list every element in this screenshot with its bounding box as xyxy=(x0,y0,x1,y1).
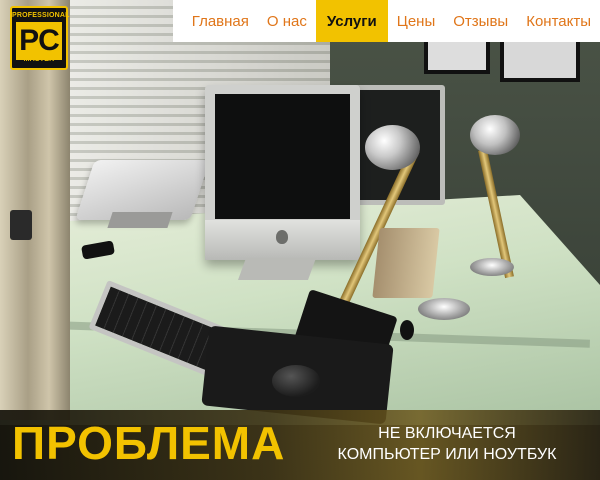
banner-title: ПРОБЛЕМА xyxy=(12,417,286,469)
imac-computer xyxy=(205,85,360,260)
laptop-stand xyxy=(107,212,173,228)
laptop xyxy=(75,160,210,220)
nav-item-prices[interactable]: Цены xyxy=(388,0,445,42)
banner-subtitle-line1: НЕ ВКЛЮЧАЕТСЯ xyxy=(378,425,516,442)
imac-stand xyxy=(237,258,317,280)
main-nav: Главная О нас Услуги Цены Отзывы Контакт… xyxy=(172,0,600,42)
logo-main-text: PC xyxy=(16,22,62,60)
nav-item-reviews[interactable]: Отзывы xyxy=(444,0,517,42)
desk-lamp-base xyxy=(418,298,470,320)
site-logo[interactable]: PROFESSIONAL PC MASTER xyxy=(10,6,70,70)
banner-subtitle: НЕ ВКЛЮЧАЕТСЯ КОМПЬЮТЕР ИЛИ НОУТБУК xyxy=(302,423,592,465)
nav-item-contacts[interactable]: Контакты xyxy=(517,0,600,42)
stylus-holder xyxy=(400,320,414,340)
imac-screen xyxy=(215,94,350,219)
apple-logo-icon xyxy=(276,230,288,244)
banner-subtitle-line2: КОМПЬЮТЕР ИЛИ НОУТБУК xyxy=(337,446,557,463)
nav-item-home[interactable]: Главная xyxy=(183,0,258,42)
desk-lamp-base xyxy=(470,258,514,276)
desk-lamp-shade xyxy=(365,125,420,170)
computer-mouse xyxy=(272,365,320,397)
logo-bottom-text: MASTER xyxy=(23,56,55,63)
desk-lamp-shade xyxy=(470,115,520,155)
nav-item-services[interactable]: Услуги xyxy=(315,0,388,42)
nav-item-about[interactable]: О нас xyxy=(258,0,316,42)
wall-picture xyxy=(424,38,490,74)
candle-holder xyxy=(10,210,32,240)
wall-picture xyxy=(500,38,580,82)
hero-photo xyxy=(0,0,600,480)
logo-top-text: PROFESSIONAL xyxy=(12,12,70,19)
speaker xyxy=(372,228,440,298)
